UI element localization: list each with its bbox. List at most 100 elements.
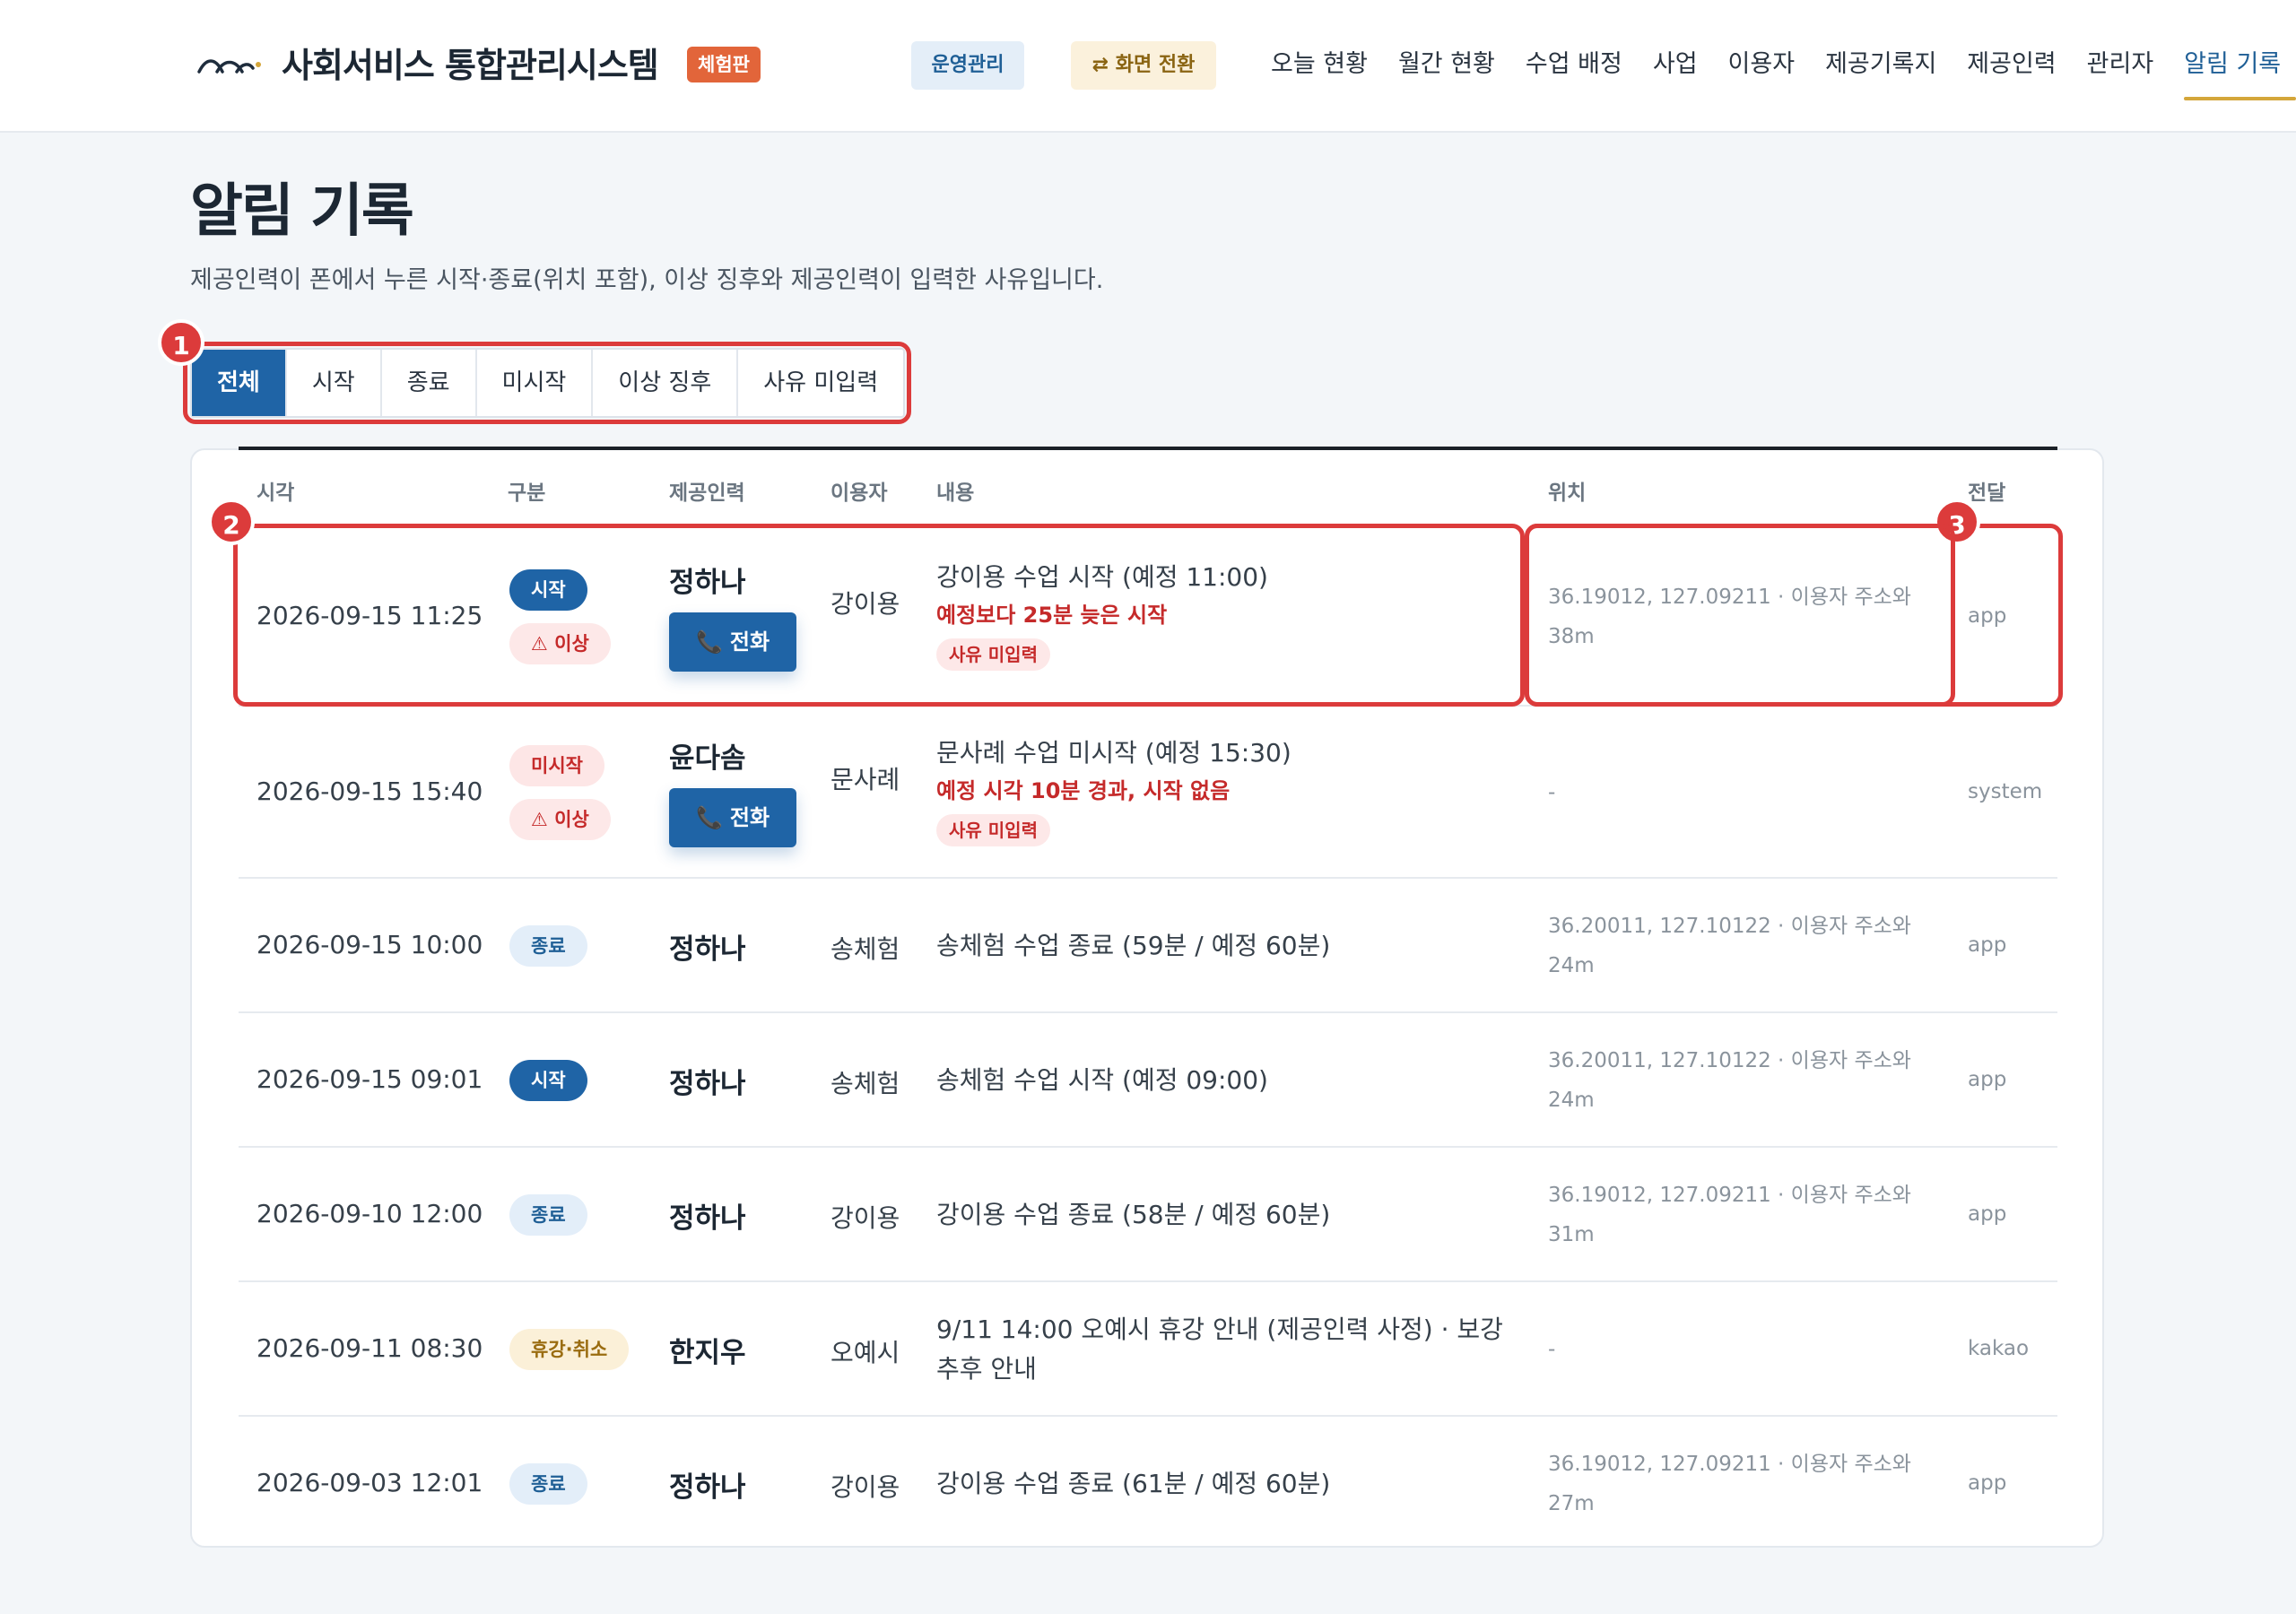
row-content: 강이용 수업 종료 (61분 / 예정 60분): [936, 1464, 1510, 1504]
column-header: 시각: [257, 482, 295, 505]
page-subtitle: 제공인력이 폰에서 누른 시작·종료(위치 포함), 이상 징후와 제공인력이 …: [190, 266, 1104, 294]
staff-name[interactable]: 정하나: [669, 1464, 746, 1505]
type-badge: ⚠ 이상: [509, 799, 611, 840]
row-time: 2026-09-15 09:01: [257, 1064, 483, 1094]
nav-item[interactable]: 수업 배정: [1510, 32, 1638, 100]
row-delivery: app: [1968, 1202, 2007, 1226]
trial-badge: 체험판: [687, 47, 761, 82]
table-row[interactable]: 2026-09-11 08:30 휴강·취소 한지우 오예시 9/11 14:00 오예…: [239, 1282, 2057, 1417]
type-badge: 종료: [509, 1463, 587, 1505]
table-row[interactable]: 2026-09-10 12:00 종료 정하나 강이용 강이용 수업 종료 (58분 /…: [239, 1148, 2057, 1282]
nav-item[interactable]: 월간 현황: [1383, 32, 1510, 100]
row-time: 2026-09-15 15:40: [257, 777, 483, 806]
row-type-tags: 종료: [509, 1194, 587, 1236]
callout-box-3-inner: [1525, 524, 1955, 707]
row-type-tags: 미시작 ⚠ 이상: [509, 745, 611, 840]
row-time: 2026-09-11 08:30: [257, 1333, 483, 1363]
row-type-tags: 종료: [509, 925, 587, 967]
table-row[interactable]: 2026-09-15 09:01 시작 정하나 송체험 송체험 수업 시작 (예정 09…: [239, 1013, 2057, 1148]
row-content: 문사례 수업 미시작 (예정 15:30) 예정 시각 10분 경과, 시작 없음…: [936, 733, 1510, 848]
row-delivery: kakao: [1968, 1337, 2030, 1360]
content-text: 문사례 수업 미시작 (예정 15:30): [936, 738, 1292, 768]
reason-missing-badge: 사유 미입력: [936, 814, 1050, 846]
top-header: 사회서비스 통합관리시스템 체험판 운영관리 ⇄ 화면 전환 오늘 현황 월간 현…: [0, 0, 2296, 133]
row-user: 오예시: [831, 1338, 900, 1367]
column-header: 이용자: [831, 482, 888, 505]
column-header: 제공인력: [669, 482, 745, 505]
row-location: 36.20011, 127.10122 · 이용자 주소와 24m: [1548, 1049, 1911, 1112]
column-header: 내용: [936, 482, 975, 505]
row-delivery: app: [1968, 1068, 2007, 1091]
row-delivery: app: [1968, 1471, 2007, 1495]
row-user: 강이용: [831, 1203, 900, 1233]
row-content: 송체험 수업 종료 (59분 / 예정 60분): [936, 926, 1510, 966]
type-badge: 휴강·취소: [509, 1329, 630, 1370]
row-user: 문사례: [831, 765, 900, 794]
table-row[interactable]: 2026-09-15 15:40 미시작 ⚠ 이상 윤다솜 📞 전화 문사례 문사례 수업 미…: [239, 707, 2057, 879]
content-text: 강이용 수업 종료 (58분 / 예정 60분): [936, 1200, 1331, 1229]
table-row[interactable]: 2026-09-03 12:01 종료 정하나 강이용 강이용 수업 종료 (61분 /…: [239, 1417, 2057, 1551]
phone-icon: 📞: [695, 805, 723, 830]
column-header: 전달: [1968, 482, 2006, 505]
staff-name[interactable]: 정하나: [669, 926, 746, 967]
row-location: -: [1548, 1338, 1556, 1361]
row-delivery: system: [1968, 780, 2043, 803]
row-staff: 윤다솜 📞 전화: [669, 735, 796, 847]
app-title[interactable]: 사회서비스 통합관리시스템: [282, 38, 659, 87]
logo-icon: [197, 59, 261, 74]
staff-name[interactable]: 정하나: [669, 1195, 746, 1236]
callout-number-1: 1: [158, 319, 204, 366]
column-header: 위치: [1548, 482, 1587, 505]
call-label: 전화: [729, 805, 770, 830]
row-staff: 한지우: [669, 1330, 746, 1370]
row-type-tags: 휴강·취소: [509, 1329, 630, 1370]
nav-item[interactable]: 관리자: [2072, 32, 2170, 100]
nav-item[interactable]: 사업: [1638, 32, 1713, 100]
row-staff: 정하나: [669, 926, 746, 967]
column-header: 구분: [508, 482, 546, 505]
staff-name[interactable]: 한지우: [669, 1330, 746, 1370]
warning-text: 예정 시각 10분 경과, 시작 없음: [936, 778, 1231, 803]
content-text: 송체험 수업 시작 (예정 09:00): [936, 1065, 1268, 1095]
row-user: 송체험: [831, 934, 900, 964]
ops-button[interactable]: 운영관리: [911, 41, 1024, 90]
table-top-rule: [239, 447, 2057, 450]
page-title: 알림 기록: [190, 178, 414, 245]
staff-name[interactable]: 정하나: [669, 1061, 746, 1101]
table-row[interactable]: 2026-09-15 10:00 종료 정하나 송체험 송체험 수업 종료 (59분 /…: [239, 879, 2057, 1013]
row-type-tags: 종료: [509, 1463, 587, 1505]
content-text: 9/11 14:00 오예시 휴강 안내 (제공인력 사정) · 보강 추후 안…: [936, 1315, 1503, 1384]
call-button[interactable]: 📞 전화: [669, 788, 796, 847]
row-time: 2026-09-15 10:00: [257, 930, 483, 959]
row-location: 36.19012, 127.09211 · 이용자 주소와 31m: [1548, 1184, 1911, 1246]
staff-name[interactable]: 윤다솜: [669, 735, 796, 776]
row-user: 강이용: [831, 1472, 900, 1502]
row-user: 송체험: [831, 1069, 900, 1098]
callout-box-1: [183, 342, 911, 424]
main-nav: 오늘 현황 월간 현황 수업 배정 사업 이용자 제공기록지 제공인력 관리자 알림 기록: [1256, 32, 2296, 100]
row-content: 강이용 수업 종료 (58분 / 예정 60분): [936, 1195, 1510, 1235]
row-staff: 정하나: [669, 1061, 746, 1101]
nav-item[interactable]: 이용자: [1713, 32, 1811, 100]
type-badge: 종료: [509, 925, 587, 967]
type-badge: 시작: [509, 1060, 587, 1101]
nav-item[interactable]: 알림 기록: [2169, 32, 2296, 100]
row-staff: 정하나: [669, 1195, 746, 1236]
row-location: 36.20011, 127.10122 · 이용자 주소와 24m: [1548, 915, 1911, 977]
row-content: 9/11 14:00 오예시 휴강 안내 (제공인력 사정) · 보강 추후 안…: [936, 1310, 1510, 1389]
callout-box-2: [233, 524, 1525, 707]
row-time: 2026-09-03 12:01: [257, 1468, 483, 1497]
row-type-tags: 시작: [509, 1060, 587, 1101]
content-text: 강이용 수업 종료 (61분 / 예정 60분): [936, 1469, 1331, 1498]
nav-item[interactable]: 제공기록지: [1810, 32, 1952, 100]
content-text: 송체험 수업 종료 (59분 / 예정 60분): [936, 931, 1331, 960]
nav-item[interactable]: 오늘 현황: [1256, 32, 1383, 100]
callout-number-2: 2: [208, 499, 255, 545]
row-location: 36.19012, 127.09211 · 이용자 주소와 27m: [1548, 1453, 1911, 1515]
row-time: 2026-09-10 12:00: [257, 1199, 483, 1228]
switch-view-button[interactable]: ⇄ 화면 전환: [1071, 41, 1216, 90]
row-content: 송체험 수업 시작 (예정 09:00): [936, 1061, 1510, 1100]
row-location: -: [1548, 781, 1556, 804]
nav-item[interactable]: 제공인력: [1952, 32, 2071, 100]
type-badge: 미시작: [509, 745, 604, 786]
